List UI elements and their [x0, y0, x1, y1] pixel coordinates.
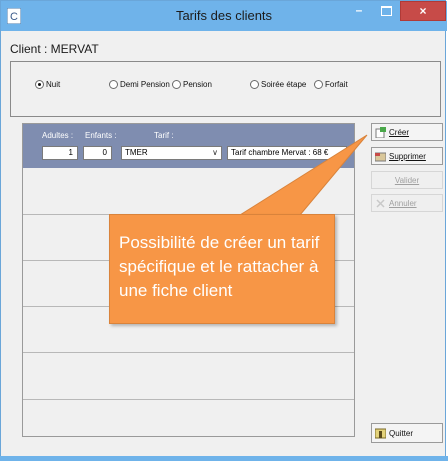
- radio-dot: [250, 80, 259, 89]
- callout-text: Possibilité de créer un tarif spécifique…: [119, 233, 320, 300]
- annuler-button[interactable]: Annuler: [371, 194, 443, 212]
- radio-dot: [314, 80, 323, 89]
- tarif-select[interactable]: TMER ∨: [121, 146, 222, 160]
- radio-label: Soirée étape: [261, 80, 307, 89]
- tarif-select-value: TMER: [125, 148, 148, 157]
- annuler-label: Annuler: [389, 198, 417, 208]
- row-divider: [23, 399, 354, 400]
- exit-icon: [375, 428, 386, 438]
- radio-label: Nuit: [46, 80, 61, 89]
- radio-soiree-etape[interactable]: Soirée étape: [250, 80, 306, 89]
- radio-pension[interactable]: Pension: [172, 80, 212, 89]
- radio-dot: [35, 80, 44, 89]
- pension-type-group: Nuit Demi Pension Pension Soirée étape F…: [10, 61, 441, 117]
- title-bar[interactable]: C Tarifs des clients – ×: [1, 1, 447, 31]
- maximize-icon: [380, 6, 392, 16]
- supprimer-button[interactable]: Supprimer: [371, 147, 443, 165]
- table-row[interactable]: Adultes : Enfants : Tarif : 1 0 TMER ∨ T…: [23, 124, 354, 168]
- radio-forfait[interactable]: Forfait: [314, 80, 348, 89]
- quitter-button[interactable]: Quitter: [371, 423, 443, 443]
- valider-label: Valider: [394, 175, 420, 185]
- chevron-down-icon[interactable]: ∨: [212, 147, 218, 159]
- quitter-label: Quitter: [389, 428, 414, 438]
- annotation-callout: Possibilité de créer un tarif spécifique…: [109, 214, 335, 324]
- enfants-input[interactable]: 0: [83, 146, 112, 160]
- cancel-icon: [376, 198, 385, 208]
- radio-dot: [109, 80, 118, 89]
- header-enfants: Enfants :: [85, 131, 117, 140]
- supprimer-label: Supprimer: [389, 151, 426, 161]
- radio-label: Forfait: [325, 80, 348, 89]
- radio-label: Demi Pension: [120, 80, 170, 89]
- maximize-button[interactable]: [373, 1, 399, 21]
- delete-row-icon: [375, 152, 386, 161]
- radio-dot: [172, 80, 181, 89]
- creer-button[interactable]: Créer: [371, 123, 443, 141]
- header-adultes: Adultes :: [42, 131, 74, 140]
- creer-label: Créer: [389, 127, 410, 137]
- window-bottom-border: [0, 456, 448, 461]
- valider-button[interactable]: Valider: [371, 171, 443, 189]
- adultes-input[interactable]: 1: [42, 146, 78, 160]
- close-button[interactable]: ×: [400, 1, 446, 21]
- radio-nuit[interactable]: Nuit: [35, 80, 60, 89]
- row-divider: [23, 352, 354, 353]
- header-tarif: Tarif :: [154, 131, 174, 140]
- client-label: Client : MERVAT: [10, 42, 99, 56]
- radio-label: Pension: [183, 80, 212, 89]
- minimize-button[interactable]: –: [345, 1, 373, 21]
- new-document-icon: [375, 126, 386, 138]
- radio-demi-pension[interactable]: Demi Pension: [109, 80, 170, 89]
- tarif-description-field[interactable]: Tarif chambre Mervat : 68 €: [227, 146, 347, 160]
